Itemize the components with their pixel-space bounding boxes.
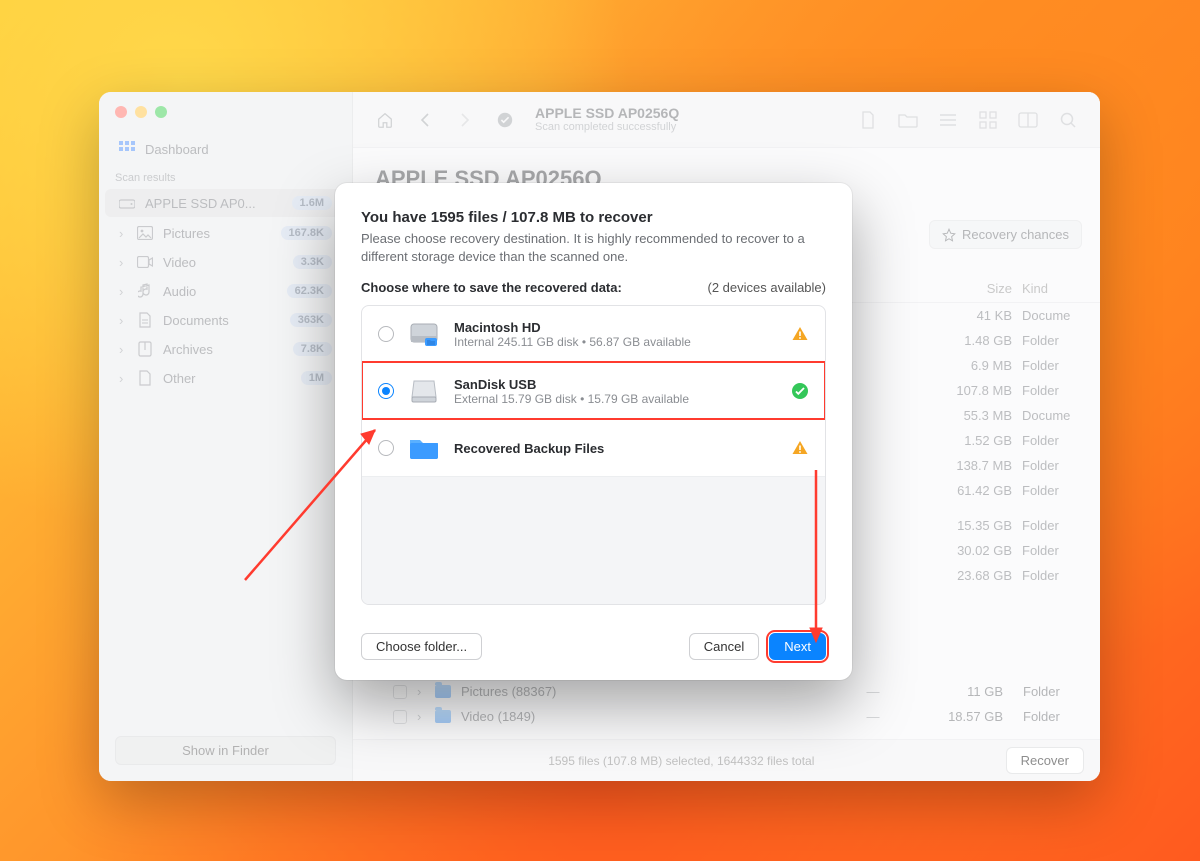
- recovery-destination-dialog: You have 1595 files / 107.8 MB to recove…: [335, 183, 852, 680]
- warning-icon: [791, 439, 809, 457]
- radio-button[interactable]: [378, 326, 394, 342]
- annotation-arrow-down: [806, 470, 826, 645]
- drive-icon: [408, 432, 440, 464]
- dialog-choose-label: Choose where to save the recovered data:: [361, 280, 622, 295]
- radio-button[interactable]: [378, 383, 394, 399]
- destination-option[interactable]: Recovered Backup Files: [362, 419, 825, 476]
- annotation-arrow-left: [235, 400, 395, 590]
- destination-detail: Internal 245.11 GB disk • 56.87 GB avail…: [454, 335, 777, 349]
- drive-icon: [408, 375, 440, 407]
- destination-list: Macintosh HDInternal 245.11 GB disk • 56…: [361, 305, 826, 605]
- destination-option[interactable]: Macintosh HDInternal 245.11 GB disk • 56…: [362, 306, 825, 362]
- destination-detail: External 15.79 GB disk • 15.79 GB availa…: [454, 392, 777, 406]
- destination-name: Macintosh HD: [454, 320, 777, 335]
- choose-folder-button[interactable]: Choose folder...: [361, 633, 482, 660]
- destination-name: SanDisk USB: [454, 377, 777, 392]
- warning-icon: [791, 325, 809, 343]
- dialog-devices-available: (2 devices available): [707, 280, 826, 295]
- checkmark-icon: [791, 382, 809, 400]
- cancel-button[interactable]: Cancel: [689, 633, 759, 660]
- drive-icon: [408, 318, 440, 350]
- dialog-title: You have 1595 files / 107.8 MB to recove…: [361, 209, 826, 226]
- destination-option[interactable]: SanDisk USBExternal 15.79 GB disk • 15.7…: [362, 362, 825, 419]
- dialog-subtitle: Please choose recovery destination. It i…: [361, 230, 826, 266]
- destination-name: Recovered Backup Files: [454, 441, 777, 456]
